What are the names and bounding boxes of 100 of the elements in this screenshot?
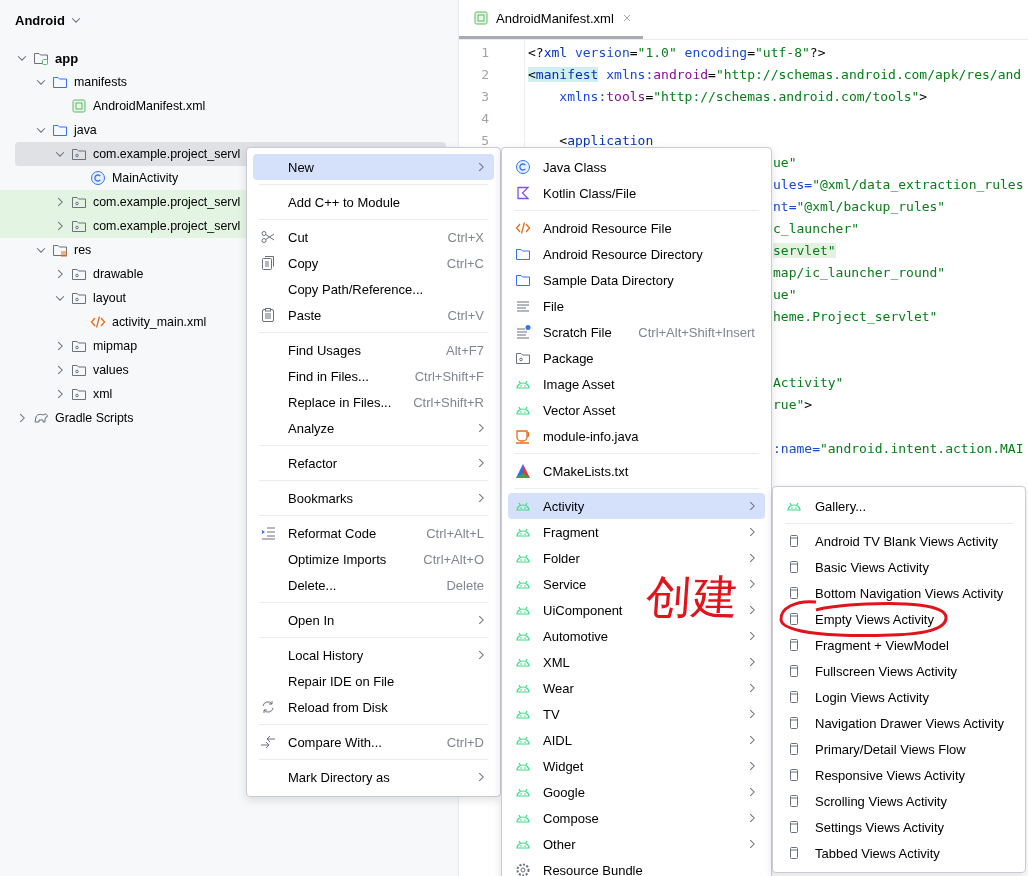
menu-item[interactable]: Scrolling Views Activity <box>786 788 947 814</box>
menu-item[interactable]: Fragment + ViewModel <box>786 632 949 658</box>
folder-icon <box>71 290 87 306</box>
menu-item[interactable]: Android Resource Directory <box>515 241 703 267</box>
menu-item[interactable]: Scratch File <box>515 319 612 345</box>
menu-item[interactable]: Java Class <box>515 154 607 180</box>
menu-item[interactable]: CMakeLists.txt <box>515 458 629 484</box>
menu-item[interactable]: Compare With... <box>260 729 382 755</box>
reload-icon <box>260 699 276 715</box>
menu-item[interactable]: Gallery... <box>786 493 867 519</box>
menu-item[interactable]: Add C++ to Module <box>260 189 401 215</box>
menu-item[interactable]: File <box>515 293 564 319</box>
menu-item[interactable]: AIDL <box>515 727 572 753</box>
tree-item[interactable]: AndroidManifest.xml <box>0 94 458 118</box>
code-line: heme.Project_servlet" <box>773 308 938 324</box>
code-icon <box>90 314 106 330</box>
menu-item[interactable]: Folder <box>515 545 580 571</box>
copy-icon <box>260 255 276 271</box>
menu-item[interactable]: Compose <box>515 805 599 831</box>
menu-item[interactable]: New <box>253 154 494 180</box>
menu-item[interactable]: Widget <box>515 753 584 779</box>
tree-item[interactable]: manifests <box>0 70 458 94</box>
file-icon <box>515 298 531 314</box>
class-icon <box>515 159 531 175</box>
triangle-logo-icon <box>515 463 531 479</box>
menu-item[interactable]: Primary/Detail Views Flow <box>786 736 966 762</box>
shortcut-label: Ctrl+Alt+O <box>423 551 484 567</box>
code-line: :name="android.intent.action.MAI <box>773 440 1024 456</box>
folder-icon <box>515 272 531 288</box>
menu-item[interactable]: Service <box>515 571 587 597</box>
tree-item[interactable]: java <box>0 118 458 142</box>
menu-item[interactable]: Local History <box>260 642 364 668</box>
menu-item[interactable]: Navigation Drawer Views Activity <box>786 710 1005 736</box>
menu-item[interactable]: Analyze <box>260 415 335 441</box>
menu-item[interactable]: Image Asset <box>515 371 615 397</box>
folder-icon <box>71 386 87 402</box>
folder-icon <box>52 74 68 90</box>
module-folder-icon <box>33 50 49 66</box>
menu-item[interactable]: Fragment <box>515 519 599 545</box>
menu-item[interactable]: Copy Path/Reference... <box>260 276 424 302</box>
code-line: ules="@xml/data_extraction_rules <box>773 176 1024 192</box>
menu-item[interactable]: Resource Bundle <box>515 857 643 876</box>
kotlin-icon <box>515 185 531 201</box>
folder-icon <box>71 194 87 210</box>
menu-item[interactable]: Find in Files... <box>260 363 369 389</box>
menu-item[interactable]: Automotive <box>515 623 609 649</box>
menu-item[interactable]: Kotlin Class/File <box>515 180 637 206</box>
code-line: ue" <box>773 154 797 170</box>
scissors-icon <box>260 229 276 245</box>
menu-item[interactable]: Settings Views Activity <box>786 814 945 840</box>
view-selector[interactable]: Android <box>15 12 65 28</box>
folder-icon <box>71 338 87 354</box>
menu-item[interactable]: Vector Asset <box>515 397 616 423</box>
manifest-file-icon <box>71 98 87 114</box>
menu-item[interactable]: Replace in Files... <box>260 389 392 415</box>
line-number: 2 <box>480 66 489 82</box>
code-line: ue" <box>773 286 797 302</box>
tree-item[interactable]: app <box>0 46 458 70</box>
shortcut-label: Ctrl+V <box>447 307 484 323</box>
menu-item[interactable]: Empty Views Activity <box>786 606 934 632</box>
menu-item[interactable]: Copy <box>260 250 319 276</box>
menu-item[interactable]: Fullscreen Views Activity <box>786 658 958 684</box>
menu-item[interactable]: Other <box>515 831 576 857</box>
menu-item[interactable]: Package <box>515 345 594 371</box>
menu-item[interactable]: Reformat Code <box>260 520 377 546</box>
menu-item[interactable]: Tabbed Views Activity <box>786 840 940 866</box>
menu-item[interactable]: module-info.java <box>515 423 639 449</box>
line-number: 4 <box>480 110 489 126</box>
menu-item[interactable]: Paste <box>260 302 322 328</box>
menu-item[interactable]: Bottom Navigation Views Activity <box>786 580 1004 606</box>
menu-item[interactable]: Reload from Disk <box>260 694 388 720</box>
menu-item[interactable]: Find Usages <box>260 337 361 363</box>
menu-item[interactable]: TV <box>515 701 560 727</box>
manifest-file-icon <box>473 10 489 26</box>
menu-item[interactable]: XML <box>515 649 570 675</box>
menu-item[interactable]: Sample Data Directory <box>515 267 674 293</box>
code-line: <?xml version="1.0" encoding="utf-8"?> <box>528 44 826 60</box>
menu-item[interactable]: Responsive Views Activity <box>786 762 966 788</box>
menu-item[interactable]: Google <box>515 779 585 805</box>
menu-item[interactable]: Wear <box>515 675 574 701</box>
menu-item[interactable]: Mark Directory as <box>260 764 390 790</box>
code-icon <box>515 220 531 236</box>
handwritten-note: 创建 <box>644 574 740 620</box>
menu-item[interactable]: Refactor <box>260 450 338 476</box>
menu-item[interactable]: Login Views Activity <box>786 684 929 710</box>
shortcut-label: Delete <box>446 577 484 593</box>
menu-item[interactable]: Open In <box>260 607 335 633</box>
code-line: c_launcher" <box>773 220 860 236</box>
menu-item[interactable]: Basic Views Activity <box>786 554 929 580</box>
menu-item[interactable]: UiComponent <box>515 597 623 623</box>
menu-item[interactable]: Android TV Blank Views Activity <box>786 528 999 554</box>
menu-item[interactable]: Optimize Imports <box>260 546 387 572</box>
menu-item[interactable]: Android Resource File <box>515 215 672 241</box>
folder-icon <box>71 266 87 282</box>
menu-item[interactable]: Bookmarks <box>260 485 354 511</box>
editor-tab[interactable]: AndroidManifest.xml <box>459 0 643 39</box>
shortcut-label: Ctrl+D <box>446 734 484 750</box>
menu-item[interactable]: Delete... <box>260 572 337 598</box>
menu-item[interactable]: Repair IDE on File <box>260 668 395 694</box>
menu-item[interactable]: Activity <box>508 493 765 519</box>
